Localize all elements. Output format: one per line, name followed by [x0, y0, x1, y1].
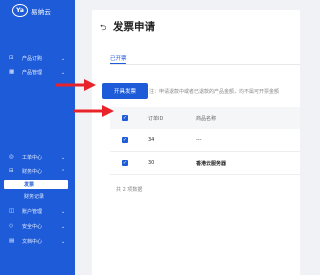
tab-active-indicator	[110, 63, 126, 64]
order-id-cell: 34	[148, 137, 155, 143]
sidebar-item-label: 文档中心	[22, 239, 43, 245]
chevron-down-icon: ⌄	[61, 208, 66, 215]
account-icon: ◫	[9, 207, 15, 214]
sidebar-item-label: 产品订购	[22, 56, 43, 62]
doc-icon: ▤	[9, 237, 15, 244]
column-header-order-id: 订单ID	[148, 116, 164, 122]
sidebar-subitem-finance-records[interactable]: 财务记录	[0, 192, 75, 201]
sidebar-item-label: 财务中心	[22, 169, 43, 175]
sidebar-item-security[interactable]: ◇ 安全中心 ⌄	[0, 221, 75, 232]
sidebar-item-label: 账户管理	[22, 209, 43, 215]
refund-notice: 注：申请退款中或者已退款的产品金额，均不属可开票金额	[149, 89, 280, 95]
chevron-down-icon: ⌄	[61, 69, 66, 76]
sidebar-item-docs[interactable]: ▤ 文档中心 ⌄	[0, 236, 75, 247]
chevron-down-icon: ⌄	[61, 154, 66, 161]
shield-icon: ◇	[9, 222, 14, 229]
chevron-down-icon: ⌄	[61, 238, 66, 245]
product-name-cell: ---	[196, 137, 202, 143]
select-all-checkbox[interactable]: ✓	[122, 115, 128, 121]
brand-logo[interactable]: Ya 易纳云	[12, 4, 51, 17]
sidebar-subitem-invoice[interactable]: 发票	[4, 180, 68, 189]
sidebar-item-finance[interactable]: ⊟ 财务中心 ⌃	[0, 166, 75, 177]
sidebar-item-label: 产品管理	[22, 70, 43, 76]
chevron-up-icon: ⌃	[61, 168, 66, 175]
product-name-cell: 香港云服务器	[196, 161, 227, 167]
table-row[interactable]: ✓ 30 香港云服务器	[110, 152, 300, 175]
table-header: ✓ 订单ID 商品名称	[110, 107, 300, 129]
sidebar-item-label: 安全中心	[22, 224, 43, 230]
sidebar-item-account[interactable]: ◫ 账户管理 ⌄	[0, 206, 75, 217]
total-count: 共 2 项数据	[116, 187, 143, 193]
brand-name: 易纳云	[31, 7, 52, 16]
sidebar-subitem-label: 发票	[24, 182, 35, 188]
sidebar-subitem-label: 财务记录	[24, 194, 45, 200]
sidebar-item-tickets[interactable]: ◎ 工单中心 ⌄	[0, 152, 75, 163]
row-checkbox[interactable]: ✓	[122, 160, 128, 166]
sidebar-item-product-order[interactable]: ⊡ 产品订购 ⌄	[0, 53, 75, 64]
tab-issued[interactable]: 已开票	[110, 54, 127, 62]
chevron-down-icon: ⌄	[61, 55, 66, 62]
ticket-icon: ◎	[9, 153, 14, 160]
annotation-arrow-issue-button	[56, 79, 96, 91]
sidebar-item-label: 工单中心	[22, 155, 43, 161]
tabs-divider	[110, 64, 300, 65]
page-title: 发票申请	[113, 21, 155, 33]
sidebar: Ya 易纳云 ⊡ 产品订购 ⌄ ▦ 产品管理 ⌄ ◎ 工单中心 ⌄ ⊟ 财务中心…	[0, 0, 75, 275]
order-id-cell: 30	[148, 160, 155, 166]
annotation-arrow-select-all	[74, 105, 114, 117]
issue-invoice-button[interactable]: 开具发票	[102, 83, 148, 99]
table-row[interactable]: ✓ 34 ---	[110, 129, 300, 152]
row-checkbox[interactable]: ✓	[122, 137, 128, 143]
finance-icon: ⊟	[9, 167, 14, 174]
sidebar-item-product-manage[interactable]: ▦ 产品管理 ⌄	[0, 67, 75, 78]
main-panel: ⮌ 发票申请 已开票 开具发票 注：申请退款中或者已退款的产品金额，均不属可开票…	[92, 10, 300, 275]
column-header-product-name: 商品名称	[196, 116, 217, 122]
cart-icon: ⊡	[9, 54, 14, 61]
back-arrow-icon[interactable]: ⮌	[100, 22, 106, 36]
chevron-down-icon: ⌄	[61, 223, 66, 230]
logo-mark-icon: Ya	[12, 4, 28, 17]
box-icon: ▦	[9, 68, 15, 75]
